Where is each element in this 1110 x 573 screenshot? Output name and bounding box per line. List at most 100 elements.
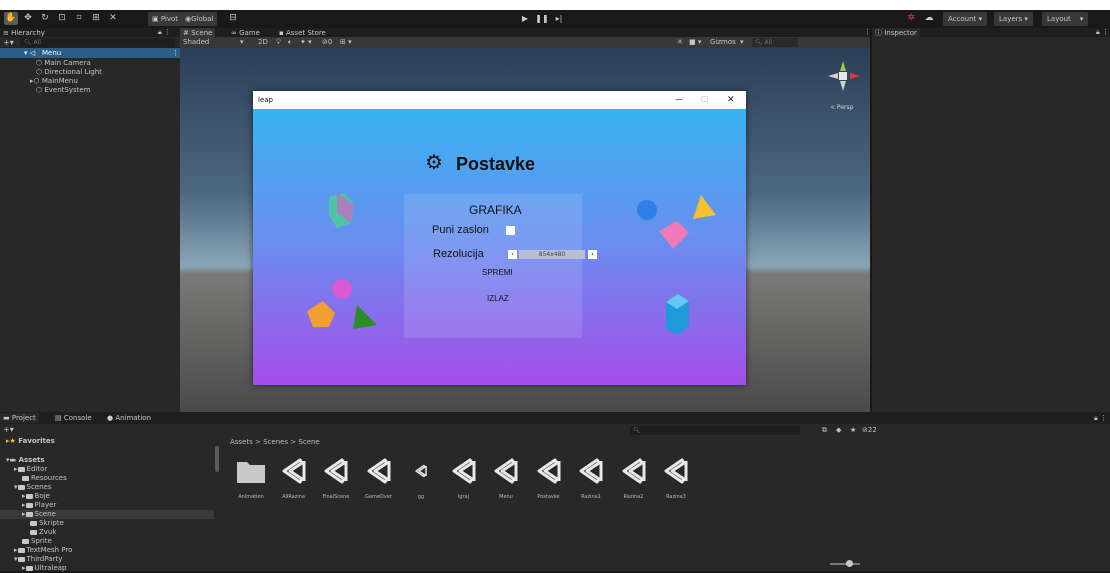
zoom-slider-handle[interactable]	[846, 560, 853, 567]
gameobject-icon: ⬡	[36, 59, 43, 67]
folder-item[interactable]: Resources	[22, 474, 67, 483]
title-strip	[0, 0, 1110, 10]
hierarchy-item[interactable]: ▸⬡ MainMenu	[30, 77, 78, 86]
asset-item[interactable]: Animation	[231, 456, 271, 500]
asset-item[interactable]: GameOver	[359, 456, 399, 500]
asset-label: Postavke	[537, 494, 560, 500]
orientation-gizmo[interactable]	[822, 55, 864, 97]
hierarchy-toolbar: +▾ 🔍︎ All	[0, 37, 180, 48]
lock-icon[interactable]: 🔒︎ ⋮	[158, 28, 171, 37]
folder-item[interactable]: ▸ Boje	[22, 492, 50, 501]
collab-icon[interactable]: ✲	[904, 12, 918, 25]
asset-item[interactable]: FinalScene	[316, 456, 356, 500]
scene-search-input[interactable]: 🔍︎ All	[752, 38, 798, 47]
hierarchy-root-label: Menu	[42, 49, 62, 57]
asset-item[interactable]: AllRazina	[274, 456, 314, 500]
tab-project[interactable]: ▬ Project	[0, 413, 39, 423]
filter-label-icon[interactable]: ◆	[836, 425, 841, 435]
close-button[interactable]: ✕	[727, 91, 735, 109]
folder-item-selected[interactable]: ▸ Scene	[0, 510, 214, 519]
account-dropdown[interactable]: Account ▾	[943, 12, 988, 26]
folder-item[interactable]: ▸ Editor	[14, 465, 47, 474]
tree-scrollbar[interactable]	[215, 446, 219, 472]
step-icon[interactable]: ▸|	[552, 12, 566, 26]
rect-tool-icon[interactable]: ⌗	[72, 12, 86, 25]
assets-item[interactable]: ▾▬ Assets	[6, 456, 45, 465]
scale-tool-icon[interactable]: ⊡	[55, 12, 69, 25]
asset-item[interactable]: Razina3	[656, 456, 696, 500]
asset-item[interactable]: Razina1	[571, 456, 611, 500]
grid-snap-icon[interactable]: ⊟	[226, 12, 240, 25]
global-toggle[interactable]: ◉Global	[181, 12, 218, 26]
scene-tabbar: # Scene ∞ Game ▪ Asset Store ⋮	[180, 28, 871, 38]
layers-dropdown[interactable]: Layers ▾	[994, 12, 1033, 26]
folder-item[interactable]: ▸ Player	[22, 501, 56, 510]
shading-dropdown-arrow-icon[interactable]: ▾	[240, 38, 244, 47]
camera-icon[interactable]: ■ ▾	[689, 38, 701, 47]
filter-type-icon[interactable]: ⧉	[822, 425, 827, 435]
hidden-packages-icon[interactable]: ⊘22	[862, 425, 877, 435]
cloud-icon[interactable]: ☁	[922, 12, 936, 25]
folder-item[interactable]: ▸ Ultraleap	[22, 564, 66, 573]
shading-dropdown[interactable]: Shaded	[183, 38, 209, 47]
tab-animation[interactable]: ● Animation	[104, 413, 155, 423]
lighting-toggle-icon[interactable]: 💡︎	[276, 38, 281, 47]
move-tool-icon[interactable]: ✥	[21, 12, 35, 25]
hierarchy-item[interactable]: ⬡ EventSystem	[36, 86, 91, 95]
folder-icon	[22, 475, 29, 481]
layout-dropdown[interactable]: Layout ▾	[1042, 12, 1089, 26]
hierarchy-item[interactable]: ⬡ Main Camera	[36, 59, 91, 68]
hidden-objects-icon[interactable]: ⊘0	[322, 38, 332, 47]
effects-toggle-icon[interactable]: ✦ ▾	[300, 38, 312, 47]
inspector-lock-icon[interactable]: 🔒︎ ⋮	[1096, 28, 1109, 37]
tab-game-label: Game	[239, 29, 260, 37]
project-lock-icon[interactable]: 🔒︎ ⋮	[1094, 413, 1107, 423]
project-search-input[interactable]: 🔍︎	[630, 426, 800, 435]
hierarchy-scene-row[interactable]: ▾ ◁ Menu ⋮	[0, 48, 180, 58]
rotate-tool-icon[interactable]: ↻	[38, 12, 52, 25]
asset-item[interactable]: Postavke	[529, 456, 569, 500]
favorite-filter-icon[interactable]: ★	[850, 425, 856, 435]
asset-item[interactable]: Menu	[486, 456, 526, 500]
gizmos-arrow-icon[interactable]: ▾	[740, 38, 744, 47]
pivot-toggle[interactable]: ▣ Pivot	[148, 12, 183, 26]
custom-tool-icon[interactable]: ✕	[106, 12, 120, 25]
minimize-button[interactable]: —	[675, 91, 683, 109]
create-asset-button[interactable]: +▾	[3, 425, 14, 434]
mode-2d-toggle[interactable]: 2D	[258, 38, 268, 47]
grid-toggle-icon[interactable]: ⊞ ▾	[340, 38, 352, 47]
folder-label: TextMesh Pro	[26, 546, 73, 554]
folder-item[interactable]: ▾ ThirdParty	[14, 555, 62, 564]
hierarchy-item[interactable]: ⬡ Directional Light	[36, 68, 102, 77]
folder-item[interactable]: Zvuk	[30, 528, 56, 537]
folder-label: Player	[34, 501, 57, 509]
unity-scene-icon	[486, 456, 526, 486]
pause-icon[interactable]: ❚❚	[535, 12, 549, 26]
tools-icon[interactable]: ✕	[677, 38, 683, 47]
breadcrumb[interactable]: Assets > Scenes > Scene	[230, 437, 320, 447]
folder-item[interactable]: ▾ Scenes	[14, 483, 52, 492]
favorites-item[interactable]: ▸★ Favorites	[6, 437, 55, 446]
asset-item[interactable]: Igraj	[444, 456, 484, 500]
tab-inspector[interactable]: ⓘ Inspector	[872, 28, 920, 38]
zoom-slider[interactable]	[830, 563, 860, 565]
maximize-button[interactable]: ☐	[701, 91, 708, 109]
scene-menu-icon[interactable]: ⋮	[864, 28, 871, 37]
tab-console[interactable]: ▤ Console	[52, 413, 95, 423]
play-icon[interactable]: ▶	[518, 12, 532, 26]
inspector-header: ⓘ Inspector 🔒︎ ⋮	[872, 28, 1110, 38]
hierarchy-search-placeholder: All	[33, 39, 41, 46]
transform-tool-icon[interactable]: ⊞	[89, 12, 103, 25]
folder-item[interactable]: Sprite	[22, 537, 52, 546]
gizmos-dropdown[interactable]: Gizmos	[710, 38, 736, 47]
scene-menu-icon[interactable]: ⋮	[172, 48, 179, 58]
audio-toggle-icon[interactable]: 🔈︎	[288, 38, 292, 47]
asset-item[interactable]: gg	[401, 456, 441, 500]
folder-item[interactable]: Skripte	[30, 519, 64, 528]
hierarchy-search-input[interactable]: 🔍︎ All	[20, 38, 175, 47]
asset-item[interactable]: Razina2	[614, 456, 654, 500]
hand-tool-icon[interactable]: ✋	[4, 12, 18, 25]
persp-label[interactable]: < Persp	[830, 104, 853, 111]
add-object-button[interactable]: +▾	[3, 38, 14, 47]
folder-item[interactable]: ▸ TextMesh Pro	[14, 546, 72, 555]
